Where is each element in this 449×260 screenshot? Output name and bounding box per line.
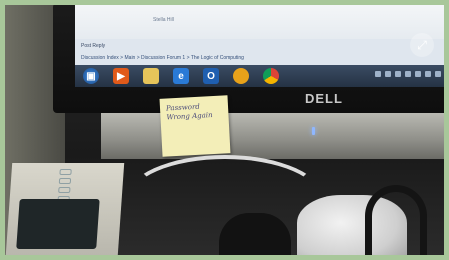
phone-display: [16, 199, 100, 249]
windows-start-icon: ▣: [83, 68, 99, 84]
phone-keys: [57, 169, 72, 202]
monitor: Stella Hill Post Reply Discussion Index …: [53, 5, 444, 113]
monitor-screen: Stella Hill Post Reply Discussion Index …: [75, 5, 444, 87]
headset-strap: [219, 213, 291, 255]
desk-phone: [5, 163, 125, 255]
internet-explorer-icon: e: [173, 68, 189, 84]
expand-icon[interactable]: ⤢: [410, 33, 434, 57]
post-reply-button: Post Reply: [81, 43, 106, 49]
taskbar: ▣ ▶ e O: [75, 65, 444, 87]
sticky-note: Password Wrong Again: [159, 95, 231, 157]
media-player-icon: ▶: [113, 68, 129, 84]
sticky-note-text: Password Wrong Again: [165, 102, 213, 122]
browser-page: [75, 5, 444, 39]
breadcrumb: Discussion Index > Main > Discussion For…: [81, 55, 244, 61]
monitor-base: [101, 113, 444, 159]
folder-icon: [143, 68, 159, 84]
outlook-icon: O: [203, 68, 219, 84]
headset-band: [365, 185, 427, 255]
power-led-icon: [312, 127, 315, 135]
unknown-app-icon: [233, 68, 249, 84]
signature-text: Stella Hill: [153, 17, 174, 23]
photo: Stella Hill Post Reply Discussion Index …: [0, 0, 449, 260]
chrome-icon: [263, 68, 279, 84]
system-tray: [375, 71, 441, 77]
dell-logo: DELL: [305, 91, 343, 106]
